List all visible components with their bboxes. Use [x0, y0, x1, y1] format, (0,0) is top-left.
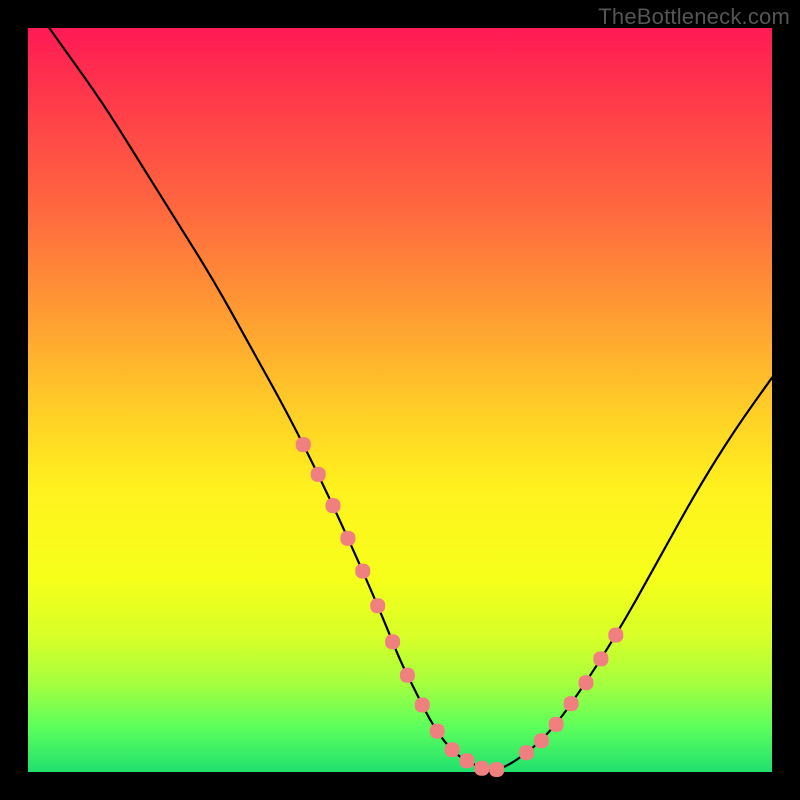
valley-marker: [549, 717, 563, 731]
valley-marker: [490, 763, 504, 777]
valley-marker: [386, 635, 400, 649]
bottleneck-curve: [28, 0, 772, 770]
valley-marker: [520, 746, 534, 760]
valley-marker: [534, 734, 548, 748]
chart-svg: [28, 28, 772, 772]
valley-marker: [430, 724, 444, 738]
valley-marker: [594, 652, 608, 666]
valley-marker: [460, 754, 474, 768]
valley-marker: [445, 743, 459, 757]
valley-marker: [296, 438, 310, 452]
valley-marker: [475, 761, 489, 775]
valley-marker: [341, 531, 355, 545]
plot-area: [28, 28, 772, 772]
valley-marker: [564, 697, 578, 711]
watermark-text: TheBottleneck.com: [598, 4, 790, 30]
valley-marker: [609, 628, 623, 642]
valley-marker: [356, 564, 370, 578]
valley-marker: [415, 698, 429, 712]
valley-marker: [311, 467, 325, 481]
valley-marker: [326, 499, 340, 513]
valley-marker: [400, 668, 414, 682]
chart-stage: TheBottleneck.com: [0, 0, 800, 800]
valley-marker: [371, 599, 385, 613]
valley-marker: [579, 676, 593, 690]
